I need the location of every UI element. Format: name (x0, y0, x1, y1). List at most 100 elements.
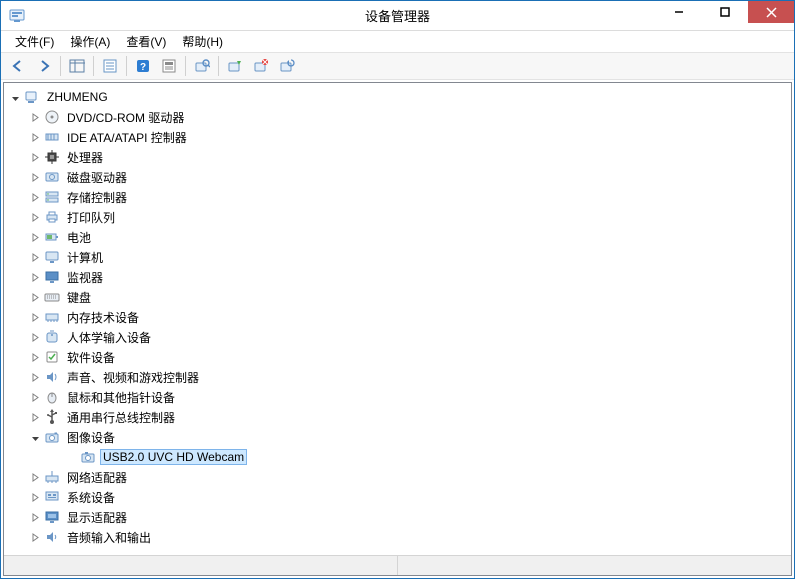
tree-category[interactable]: DVD/CD-ROM 驱动器 (4, 107, 791, 127)
tree-category[interactable]: 打印队列 (4, 207, 791, 227)
expand-collapse-icon[interactable] (28, 290, 42, 304)
tree-category[interactable]: 处理器 (4, 147, 791, 167)
memory-icon (44, 309, 60, 325)
expand-collapse-icon[interactable] (28, 250, 42, 264)
expand-collapse-icon[interactable] (28, 150, 42, 164)
tree-category-label: 处理器 (64, 148, 106, 167)
expand-collapse-icon[interactable] (28, 490, 42, 504)
forward-button[interactable] (32, 54, 56, 78)
toolbar-separator (218, 56, 219, 76)
tree-device[interactable]: USB2.0 UVC HD Webcam (4, 447, 791, 467)
disable-device-button[interactable] (249, 54, 273, 78)
expand-collapse-icon[interactable] (28, 390, 42, 404)
expand-collapse-icon[interactable] (28, 310, 42, 324)
tree-category[interactable]: IDE ATA/ATAPI 控制器 (4, 127, 791, 147)
expand-collapse-icon[interactable] (28, 470, 42, 484)
expand-collapse-icon[interactable] (28, 370, 42, 384)
close-button[interactable] (748, 1, 794, 23)
expand-collapse-icon[interactable] (28, 230, 42, 244)
statusbar-pane (398, 556, 791, 575)
enable-device-button[interactable] (223, 54, 247, 78)
network-icon (44, 469, 60, 485)
scan-hardware-button[interactable] (190, 54, 214, 78)
window-controls (656, 1, 794, 30)
expand-collapse-icon[interactable] (28, 210, 42, 224)
tree-category[interactable]: 人体学输入设备 (4, 327, 791, 347)
properties2-button[interactable] (157, 54, 181, 78)
tree-category-label: 软件设备 (64, 348, 118, 367)
titlebar: 设备管理器 (1, 1, 794, 31)
tree-category-label: 鼠标和其他指针设备 (64, 388, 178, 407)
expand-collapse-icon[interactable] (28, 270, 42, 284)
expand-collapse-icon[interactable] (28, 330, 42, 344)
help-button[interactable]: ? (131, 54, 155, 78)
expand-collapse-icon[interactable] (8, 90, 22, 104)
display-icon (44, 509, 60, 525)
menu-file[interactable]: 文件(F) (7, 31, 62, 52)
show-hide-tree-button[interactable] (65, 54, 89, 78)
tree-category[interactable]: 软件设备 (4, 347, 791, 367)
mouse-icon (44, 389, 60, 405)
tree-category[interactable]: 通用串行总线控制器 (4, 407, 791, 427)
cd-icon (44, 109, 60, 125)
storage-icon (44, 189, 60, 205)
toolbar-separator (60, 56, 61, 76)
tree-category[interactable]: 内存技术设备 (4, 307, 791, 327)
tree-category-label: 系统设备 (64, 488, 118, 507)
computer-root-icon (24, 89, 40, 105)
tree-category[interactable]: 存储控制器 (4, 187, 791, 207)
device-tree[interactable]: ZHUMENG DVD/CD-ROM 驱动器IDE ATA/ATAPI 控制器处理… (4, 83, 791, 555)
expand-collapse-icon[interactable] (28, 130, 42, 144)
device-manager-window: 设备管理器 文件(F) 操作(A) 查看(V) 帮助(H) ? ZHUMEN (0, 0, 795, 579)
statusbar (4, 555, 791, 575)
expand-collapse-icon[interactable] (28, 190, 42, 204)
monitor-icon (44, 269, 60, 285)
menu-view[interactable]: 查看(V) (118, 31, 174, 52)
expand-collapse-icon[interactable] (28, 170, 42, 184)
expand-collapse-icon[interactable] (28, 110, 42, 124)
properties-button[interactable] (98, 54, 122, 78)
tree-category-label: 音频输入和输出 (64, 528, 154, 547)
maximize-button[interactable] (702, 1, 748, 23)
back-button[interactable] (6, 54, 30, 78)
tree-category-label: 磁盘驱动器 (64, 168, 130, 187)
expand-collapse-icon[interactable] (28, 510, 42, 524)
tree-category-label: 声音、视频和游戏控制器 (64, 368, 202, 387)
tree-category[interactable]: 电池 (4, 227, 791, 247)
tree-device-label: USB2.0 UVC HD Webcam (100, 449, 247, 465)
disk-icon (44, 169, 60, 185)
hid-icon (44, 329, 60, 345)
tree-category[interactable]: 监视器 (4, 267, 791, 287)
tree-category[interactable]: 磁盘驱动器 (4, 167, 791, 187)
tree-category[interactable]: 图像设备 (4, 427, 791, 447)
printer-icon (44, 209, 60, 225)
expand-collapse-icon[interactable] (28, 430, 42, 444)
tree-category[interactable]: 鼠标和其他指针设备 (4, 387, 791, 407)
tree-root[interactable]: ZHUMENG (4, 87, 791, 107)
imaging-icon (44, 429, 60, 445)
tree-category-label: 监视器 (64, 268, 106, 287)
svg-text:?: ? (140, 62, 146, 73)
menu-action[interactable]: 操作(A) (62, 31, 118, 52)
ide-icon (44, 129, 60, 145)
expand-collapse-icon[interactable] (28, 410, 42, 424)
tree-category[interactable]: 显示适配器 (4, 507, 791, 527)
expand-collapse-icon[interactable] (28, 350, 42, 364)
tree-category-label: 键盘 (64, 288, 94, 307)
menu-help[interactable]: 帮助(H) (174, 31, 231, 52)
tree-category[interactable]: 计算机 (4, 247, 791, 267)
tree-category[interactable]: 声音、视频和游戏控制器 (4, 367, 791, 387)
minimize-button[interactable] (656, 1, 702, 23)
tree-category[interactable]: 键盘 (4, 287, 791, 307)
tree-category[interactable]: 系统设备 (4, 487, 791, 507)
tree-category-label: 显示适配器 (64, 508, 130, 527)
tree-category-label: 内存技术设备 (64, 308, 142, 327)
toolbar-separator (93, 56, 94, 76)
tree-category[interactable]: 音频输入和输出 (4, 527, 791, 547)
expand-collapse-icon[interactable] (28, 530, 42, 544)
tree-root-label: ZHUMENG (44, 89, 111, 105)
tree-category-label: IDE ATA/ATAPI 控制器 (64, 128, 190, 147)
tree-category[interactable]: 网络适配器 (4, 467, 791, 487)
uninstall-device-button[interactable] (275, 54, 299, 78)
content-frame: ZHUMENG DVD/CD-ROM 驱动器IDE ATA/ATAPI 控制器处理… (3, 82, 792, 576)
